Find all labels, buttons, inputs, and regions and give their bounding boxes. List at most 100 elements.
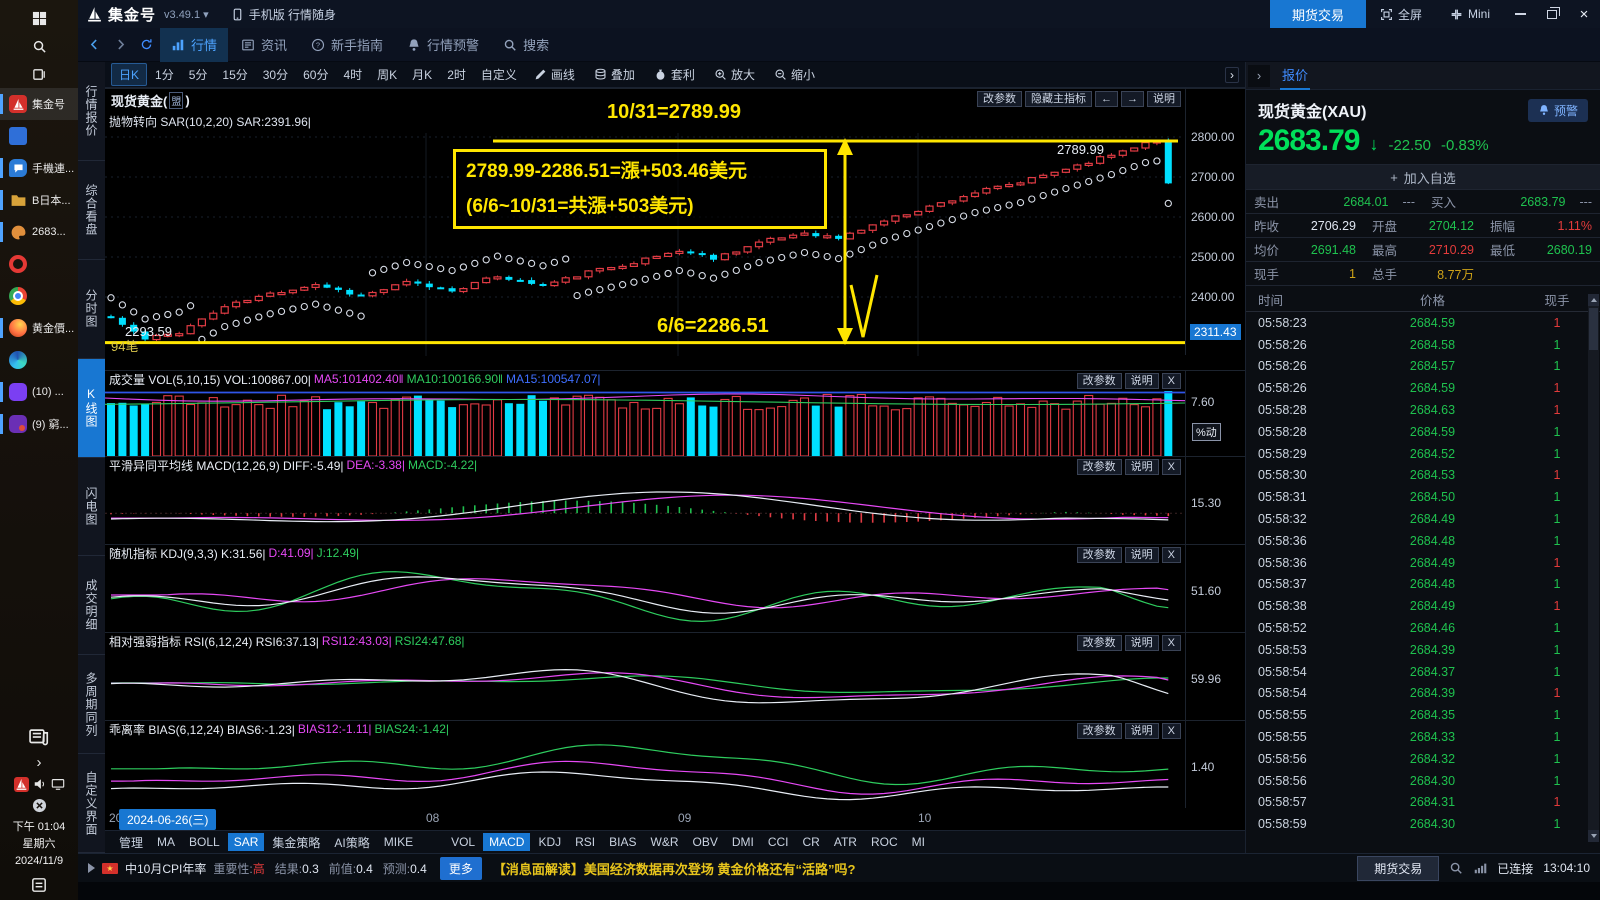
news-headline[interactable]: 【消息面解读】美国经济数据再次登场 黄金价格还有“活路”吗? xyxy=(493,859,856,878)
side-tab-K线图[interactable]: K线图 xyxy=(78,359,105,458)
nav-tab-行情[interactable]: 行情 xyxy=(160,28,228,62)
mobile-version-link[interactable]: 手机版 行情随身 xyxy=(231,6,336,23)
mini-mode-button[interactable]: Mini xyxy=(1436,7,1504,21)
kdj-plot[interactable] xyxy=(105,562,1185,632)
indicator-BIAS[interactable]: BIAS xyxy=(603,833,642,851)
nav-tab-行情预警[interactable]: 行情预警 xyxy=(396,28,490,62)
taskbar-item-黄金價...[interactable]: 黄金價... xyxy=(0,312,78,344)
bias-btn-说明[interactable]: 说明 xyxy=(1125,723,1159,739)
main-chart-btn-隐藏主指标[interactable]: 隐藏主指标 xyxy=(1025,91,1092,107)
period-月K[interactable]: 月K xyxy=(405,64,439,85)
rsi-btn-改参数[interactable]: 改参数 xyxy=(1077,635,1122,651)
nav-tab-资讯[interactable]: 资讯 xyxy=(230,28,298,62)
period-5分[interactable]: 5分 xyxy=(182,64,215,85)
indicator-CR[interactable]: CR xyxy=(797,833,826,851)
collapse-panel-button[interactable]: › xyxy=(1248,65,1270,87)
indicator-VOL[interactable]: VOL xyxy=(445,833,481,851)
indicator-OBV[interactable]: OBV xyxy=(687,833,724,851)
indicator-MIKE[interactable]: MIKE xyxy=(378,833,419,851)
taskbar-item-手機連...[interactable]: 手機連... xyxy=(0,152,78,184)
side-tab-自定义界面[interactable]: 自定义界面 xyxy=(78,754,105,853)
scroll-down-button[interactable] xyxy=(1588,830,1599,842)
nav-tab-新手指南[interactable]: ?新手指南 xyxy=(300,28,394,62)
period-周K[interactable]: 周K xyxy=(370,64,404,85)
more-button[interactable]: 更多 xyxy=(440,857,482,880)
search-icon[interactable] xyxy=(1449,861,1463,875)
kdj-btn-说明[interactable]: 说明 xyxy=(1125,547,1159,563)
rsi-plot[interactable] xyxy=(105,650,1185,720)
tool-套利[interactable]: 套利 xyxy=(645,64,704,85)
taskbar-start-button[interactable] xyxy=(0,4,78,32)
side-tab-分时图[interactable]: 分时图 xyxy=(78,260,105,359)
indicator-CCI[interactable]: CCI xyxy=(762,833,795,851)
vol-btn-X[interactable]: X xyxy=(1162,373,1181,389)
indicator-SAR[interactable]: SAR xyxy=(228,833,265,851)
macd-btn-说明[interactable]: 说明 xyxy=(1125,459,1159,475)
news-widget-icon[interactable] xyxy=(28,726,50,748)
side-tab-多周期同列[interactable]: 多周期同列 xyxy=(78,655,105,754)
tab-quote[interactable]: 报价 xyxy=(1280,62,1310,90)
taskbar-search-button[interactable] xyxy=(0,32,78,60)
main-chart-btn-说明[interactable]: 说明 xyxy=(1147,91,1181,107)
version-dropdown[interactable]: v3.49.1 ▾ xyxy=(164,8,209,21)
period-2时[interactable]: 2时 xyxy=(440,64,473,85)
fullscreen-button[interactable]: 全屏 xyxy=(1366,6,1436,23)
notification-center-icon[interactable] xyxy=(30,876,48,894)
taskbar-item-(10) ...[interactable]: (10) ... xyxy=(0,376,78,408)
taskbar-item-(9) 窮...[interactable]: (9) 窮... xyxy=(0,408,78,440)
side-tab-行情报价[interactable]: 行情报价 xyxy=(78,62,105,161)
bias-btn-X[interactable]: X xyxy=(1162,723,1181,739)
restore-button[interactable] xyxy=(1536,0,1568,28)
indicator-MACD[interactable]: MACD xyxy=(483,833,530,851)
main-chart-btn-→[interactable]: → xyxy=(1121,91,1144,107)
period-15分[interactable]: 15分 xyxy=(215,64,254,85)
indicator-集金策略[interactable]: 集金策略 xyxy=(266,832,326,853)
period-4时[interactable]: 4时 xyxy=(336,64,369,85)
nav-tab-搜索[interactable]: 搜索 xyxy=(492,28,560,62)
indicator-RSI[interactable]: RSI xyxy=(569,833,601,851)
monitor-icon[interactable] xyxy=(51,777,65,791)
tool-缩小[interactable]: 缩小 xyxy=(765,64,824,85)
macd-btn-X[interactable]: X xyxy=(1162,459,1181,475)
period-1分[interactable]: 1分 xyxy=(148,64,181,85)
futures-trade-button-bottom[interactable]: 期货交易 xyxy=(1357,856,1439,881)
vol-btn-说明[interactable]: 说明 xyxy=(1125,373,1159,389)
taskbar-item-edge[interactable] xyxy=(0,344,78,376)
indicator-AI策略[interactable]: AI策略 xyxy=(328,832,375,853)
indicator-W&R[interactable]: W&R xyxy=(645,833,685,851)
kdj-btn-X[interactable]: X xyxy=(1162,547,1181,563)
period-日K[interactable]: 日K xyxy=(111,63,147,86)
vol-plot[interactable] xyxy=(105,388,1185,456)
indicator-KDJ[interactable]: KDJ xyxy=(532,833,567,851)
taskbar-item-media[interactable] xyxy=(0,120,78,152)
main-chart-btn-←[interactable]: ← xyxy=(1095,91,1118,107)
refresh-button[interactable] xyxy=(134,30,158,60)
scroll-thumb[interactable] xyxy=(1589,308,1598,350)
percent-mode-badge[interactable]: %动 xyxy=(1192,423,1221,441)
tool-画线[interactable]: 画线 xyxy=(525,64,584,85)
vol-btn-改参数[interactable]: 改参数 xyxy=(1077,373,1122,389)
main-chart-btn-改参数[interactable]: 改参数 xyxy=(977,91,1022,107)
minimize-button[interactable] xyxy=(1504,0,1536,28)
tool-放大[interactable]: 放大 xyxy=(705,64,764,85)
period-自定义[interactable]: 自定义 xyxy=(474,64,524,85)
taskbar-item-chrome[interactable] xyxy=(0,280,78,312)
kdj-btn-改参数[interactable]: 改参数 xyxy=(1077,547,1122,563)
indicator-MI[interactable]: MI xyxy=(906,833,931,851)
macd-plot[interactable] xyxy=(105,474,1185,544)
indicator-BOLL[interactable]: BOLL xyxy=(183,833,226,851)
tray-close-icon[interactable] xyxy=(32,798,47,813)
bias-plot[interactable] xyxy=(105,738,1185,808)
toolbar-more-button[interactable]: › xyxy=(1225,67,1239,83)
indicator-DMI[interactable]: DMI xyxy=(726,833,760,851)
tool-叠加[interactable]: 叠加 xyxy=(585,64,644,85)
taskbar-item-集金号[interactable]: 集金号 xyxy=(0,88,78,120)
nav-back-button[interactable] xyxy=(82,30,106,60)
indicator-MA[interactable]: MA xyxy=(151,833,181,851)
side-tab-综合看盘[interactable]: 综合看盘 xyxy=(78,161,105,260)
period-30分[interactable]: 30分 xyxy=(256,64,295,85)
indicator-ROC[interactable]: ROC xyxy=(865,833,904,851)
period-60分[interactable]: 60分 xyxy=(296,64,335,85)
macd-btn-改参数[interactable]: 改参数 xyxy=(1077,459,1122,475)
tray-expand-chevron[interactable]: › xyxy=(37,754,42,771)
